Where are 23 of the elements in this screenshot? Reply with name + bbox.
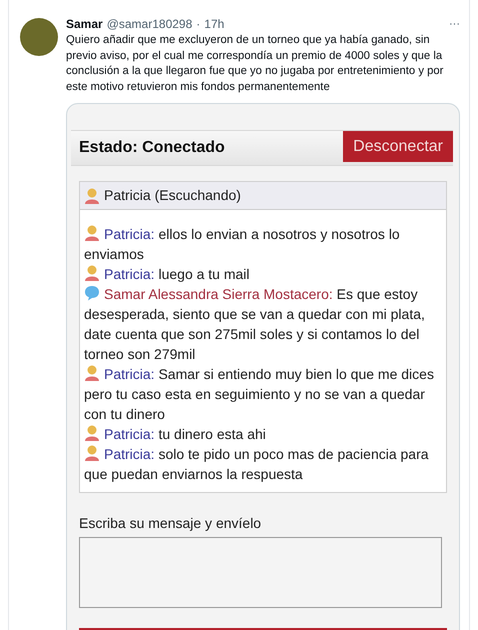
person-icon [84,187,100,204]
speech-bubble-icon [84,285,100,301]
chat-message: Patricia: luego a tu mail [84,264,442,284]
avatar[interactable] [20,18,58,56]
listener-name: Patricia (Escuchando) [104,186,241,205]
chat-message: Samar Alessandra Sierra Mostacero: Es que estoy desesperada, siento que se van a quedar con mi plata, date cuenta que son 275mil soles y si contamos lo del torneo son 279mil [84,284,426,364]
input-label: Escriba su mensaje y envíelo [79,514,262,533]
more-button[interactable]: ··· [449,16,460,32]
person-icon [84,224,100,241]
separator: · [196,16,200,32]
person-icon [84,364,100,381]
status-text: Estado: Conectado [78,138,225,158]
timestamp[interactable]: 17h [204,16,224,32]
tweet-text: Quiero añadir que me excluyeron de un torneo que ya había ganado, sin previo aviso, por el cual me correspondía un premio de 4000 soles y que la conclusión a la que llegaron fue que yo no jugaba por entretenimiento y por este motivo retuvieron mis fondos permanentemente [66,33,444,94]
person-icon [84,444,100,461]
person-icon [84,424,100,441]
person-icon [84,264,100,281]
chat-message: Patricia: tu dinero esta ahi [84,424,442,444]
disconnect-button[interactable]: Desconectar [343,131,453,162]
author-name[interactable]: Samar [66,16,103,32]
chat-message: Patricia: solo te pido un poco mas de paciencia para que puedan enviarnos la respuesta [84,444,430,484]
author-handle: @samar180298 [106,16,192,32]
message-input[interactable] [79,537,442,608]
